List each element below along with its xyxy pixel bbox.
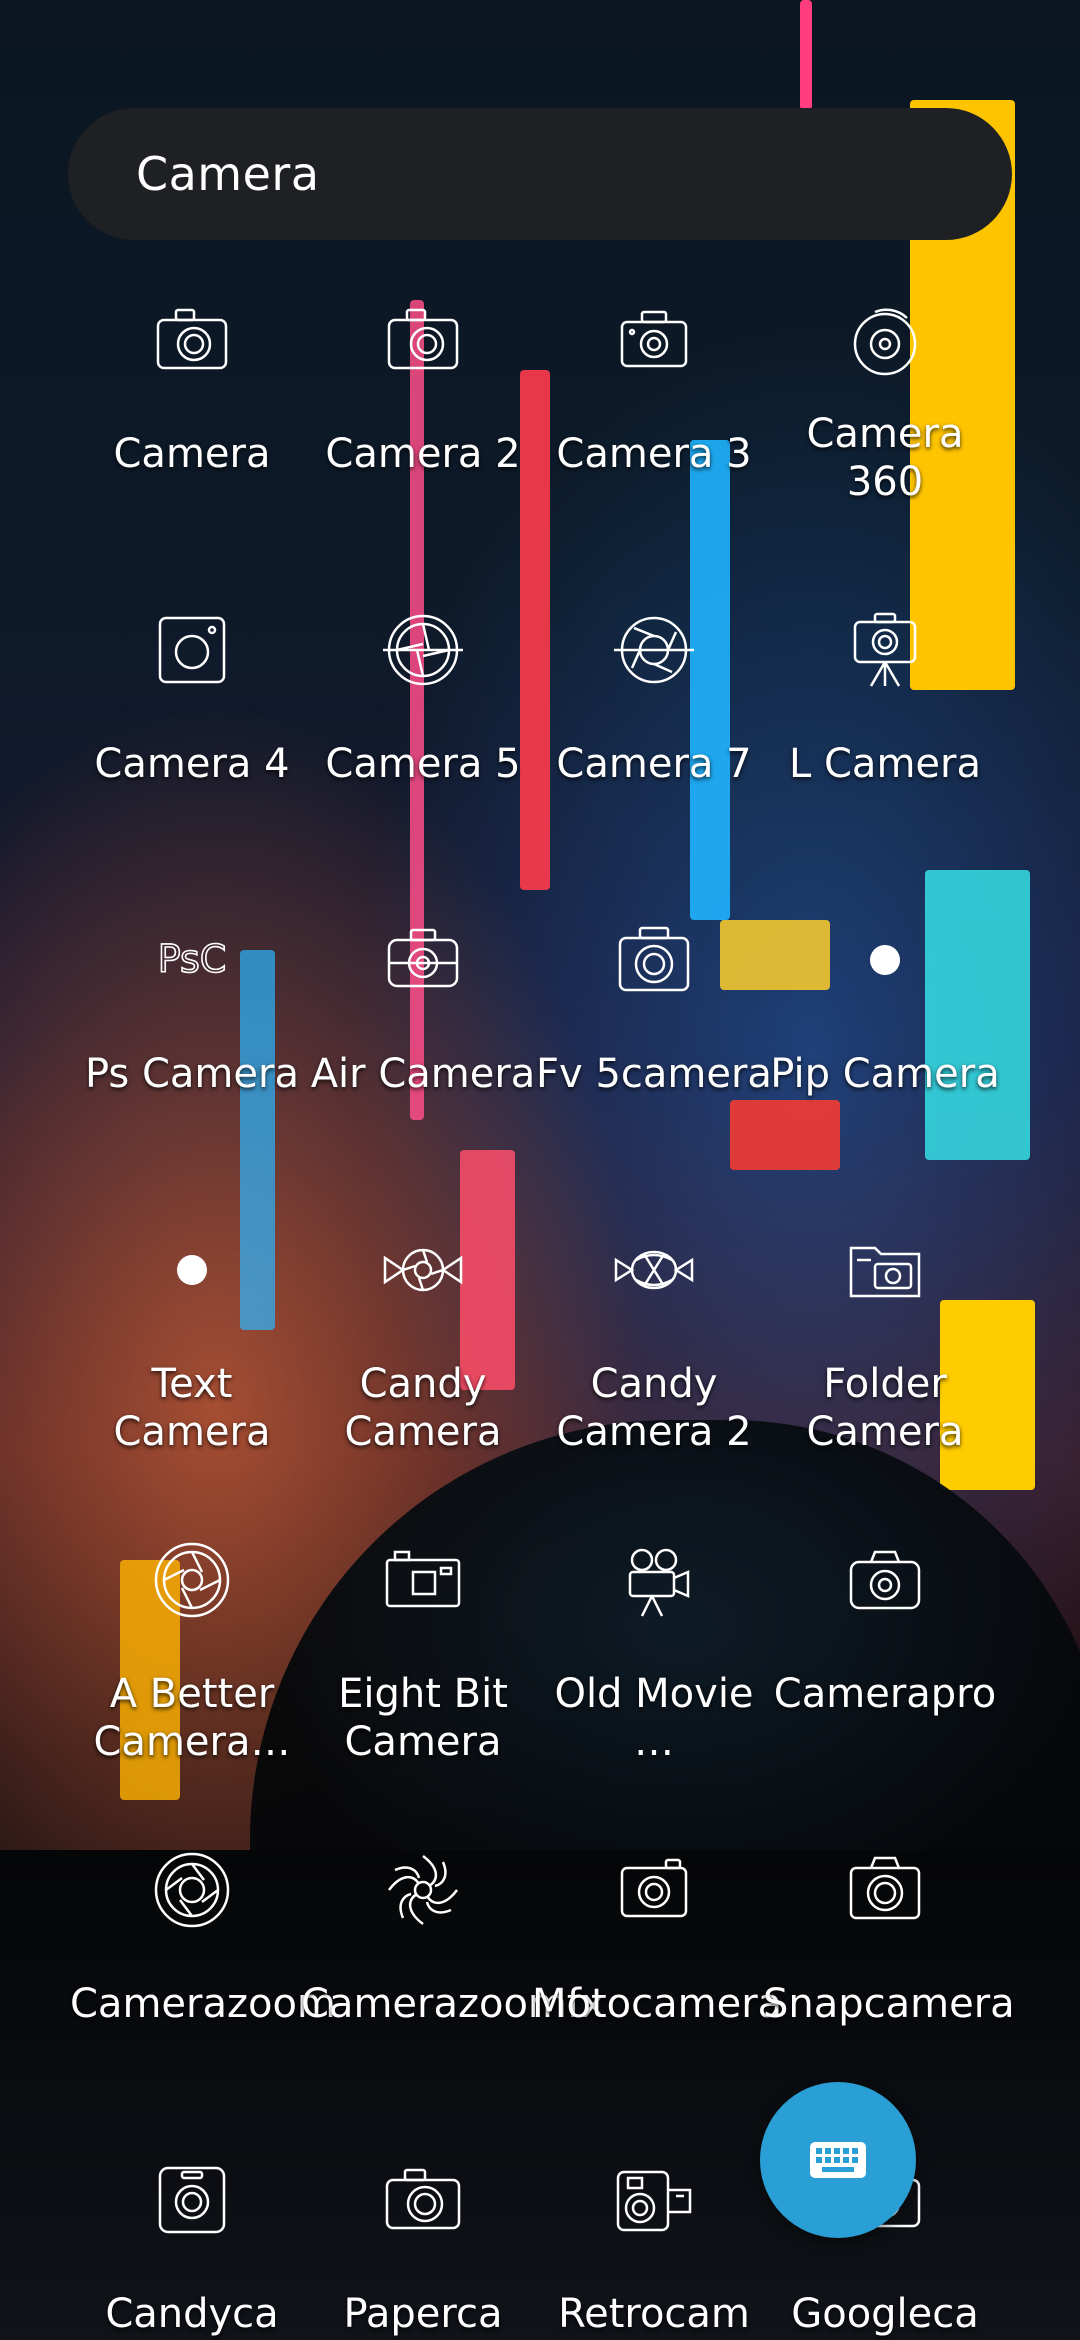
camera-icon xyxy=(152,300,232,380)
app-label: Camera 5 xyxy=(325,741,521,787)
camera-icon xyxy=(383,300,463,380)
app-label: Fv 5camera xyxy=(536,1051,772,1097)
aperture-icon xyxy=(383,610,463,690)
camera-icon xyxy=(614,1850,694,1930)
aperture-icon xyxy=(152,1850,232,1930)
app-label: Camera xyxy=(113,431,271,477)
app-label: A Better Camera… xyxy=(93,1671,291,1765)
camera-icon xyxy=(152,2160,232,2240)
app-label: Folder Camera xyxy=(806,1361,964,1455)
app-label: Air Camera xyxy=(310,1051,536,1097)
app-label: Ps Camera xyxy=(85,1051,299,1097)
camera-icon xyxy=(383,1540,463,1620)
app-label: Paperca xyxy=(343,2291,503,2337)
app-label: Camerapro xyxy=(773,1671,997,1717)
aperture-icon xyxy=(614,610,694,690)
app-label: Camera 7 xyxy=(556,741,752,787)
candy-icon xyxy=(383,1230,463,1310)
camera-square-icon xyxy=(152,610,232,690)
app-label: Snapcamera xyxy=(763,1981,1015,2027)
app-label: L Camera xyxy=(789,741,981,787)
camera-icon xyxy=(845,1850,925,1930)
app-label: Pip Camera xyxy=(770,1051,1000,1097)
camera-icon xyxy=(614,920,694,1000)
app-label: Old Movie … xyxy=(554,1671,754,1765)
keyboard-icon xyxy=(810,2142,866,2178)
app-label: Camerazoomfx xyxy=(301,1981,605,2027)
app-label: Candy Camera xyxy=(344,1361,502,1455)
candy-icon xyxy=(614,1230,694,1310)
app-label: Camera 4 xyxy=(94,741,290,787)
app-label: Retrocam xyxy=(558,2291,750,2337)
app-label: Camera 2 xyxy=(325,431,521,477)
camera-icon xyxy=(614,300,694,380)
app-label: Motocamera xyxy=(532,1981,783,2027)
camera-icon xyxy=(845,1540,925,1620)
keyboard-button[interactable] xyxy=(760,2082,916,2238)
search-query[interactable]: Camera xyxy=(136,147,320,201)
camera-icon xyxy=(383,920,463,1000)
app-label: Camera 3 xyxy=(556,431,752,477)
app-label: Googleca xyxy=(791,2291,979,2337)
app-label: Eight Bit Camera xyxy=(338,1671,508,1765)
dot-icon xyxy=(152,1230,232,1310)
shutter-icon xyxy=(383,1850,463,1930)
app-label: Camerazoom xyxy=(70,1981,336,2027)
camera-360-icon xyxy=(845,300,925,380)
dot-icon xyxy=(845,920,925,1000)
camera-tripod-icon xyxy=(845,610,925,690)
retro-camera-icon xyxy=(614,2160,694,2240)
app-label: Text Camera xyxy=(113,1361,271,1455)
svg-text:PsC: PsC xyxy=(158,937,227,981)
folder-camera-icon xyxy=(845,1230,925,1310)
app-label: Candyca xyxy=(105,2291,279,2337)
app-label: Camera 360 xyxy=(806,411,964,505)
movie-camera-icon xyxy=(614,1540,694,1620)
psc-logo-icon: PsC xyxy=(152,920,232,1000)
app-label: Candy Camera 2 xyxy=(556,1361,752,1455)
aperture-icon xyxy=(152,1540,232,1620)
search-bar[interactable]: Camera xyxy=(68,108,1012,240)
camera-icon xyxy=(383,2160,463,2240)
